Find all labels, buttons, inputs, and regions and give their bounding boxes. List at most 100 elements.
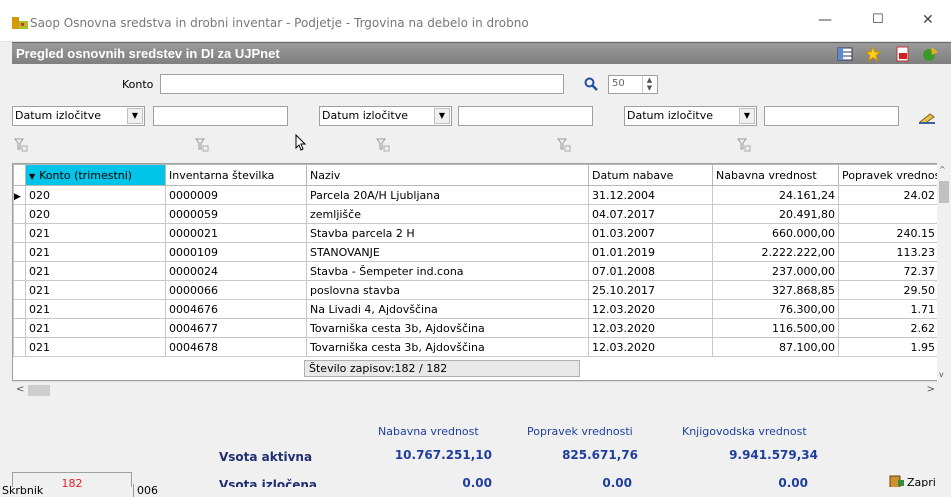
- cell-popravek[interactable]: 1.95: [838, 337, 939, 357]
- chevron-down-icon[interactable]: ▼: [127, 108, 143, 124]
- table-row[interactable]: 021 0000021 Stavba parcela 2 H 01.03.2007 66…: [13, 223, 939, 243]
- cell-popravek[interactable]: 2.62: [838, 318, 939, 338]
- filter-value-input-1[interactable]: [153, 106, 288, 126]
- column-filter-icon[interactable]: [376, 138, 390, 152]
- table-row[interactable]: 021 0000024 Stavba - Šempeter ind.cona 07.0…: [13, 261, 939, 281]
- cell-popravek[interactable]: 29.50: [838, 280, 939, 300]
- cell-inventarna[interactable]: 0004678: [165, 337, 307, 357]
- cell-nabavna[interactable]: 660.000,00: [712, 223, 839, 243]
- cell-popravek[interactable]: 24.02: [838, 185, 939, 205]
- row-selector[interactable]: [13, 204, 26, 224]
- column-filter-icon[interactable]: [557, 138, 571, 152]
- cell-naziv[interactable]: zemljišče: [306, 204, 589, 224]
- cell-naziv[interactable]: Tovarniška cesta 3b, Ajdovščina: [306, 318, 589, 338]
- star-icon[interactable]: [865, 46, 881, 62]
- column-filter-icon[interactable]: [195, 138, 209, 152]
- cell-konto[interactable]: 020: [25, 185, 166, 205]
- cell-konto[interactable]: 021: [25, 280, 166, 300]
- cell-naziv[interactable]: Parcela 20A/H Ljubljana: [306, 185, 589, 205]
- table-row[interactable]: 021 0004676 Na Livadi 4, Ajdovščina 12.03.2…: [13, 299, 939, 319]
- cell-nabavna[interactable]: 20.491,80: [712, 204, 839, 224]
- cell-popravek[interactable]: 72.37: [838, 261, 939, 281]
- cell-nabavna[interactable]: 76.300,00: [712, 299, 839, 319]
- cell-inventarna[interactable]: 0000059: [165, 204, 307, 224]
- cell-nabavna[interactable]: 24.161,24: [712, 185, 839, 205]
- maximize-button[interactable]: ☐: [872, 12, 884, 27]
- row-selector[interactable]: [13, 280, 26, 300]
- cell-naziv[interactable]: Stavba - Šempeter ind.cona: [306, 261, 589, 281]
- cell-datum[interactable]: 12.03.2020: [588, 299, 713, 319]
- row-selector[interactable]: [13, 318, 26, 338]
- cell-naziv[interactable]: STANOVANJE: [306, 242, 589, 262]
- column-header-inventarna[interactable]: Inventarna številka: [165, 164, 307, 186]
- cell-naziv[interactable]: Na Livadi 4, Ajdovščina: [306, 299, 589, 319]
- cell-konto[interactable]: 021: [25, 318, 166, 338]
- cell-inventarna[interactable]: 0000066: [165, 280, 307, 300]
- run-icon[interactable]: [922, 46, 938, 62]
- cell-konto[interactable]: 021: [25, 223, 166, 243]
- row-selector[interactable]: [13, 299, 26, 319]
- scroll-left-icon[interactable]: <: [16, 384, 24, 395]
- horizontal-scrollbar[interactable]: < >: [12, 381, 937, 399]
- cell-inventarna[interactable]: 0000009: [165, 185, 307, 205]
- filter-field-select-2[interactable]: Datum izločitve ▼: [319, 106, 452, 126]
- row-selector[interactable]: [13, 242, 26, 262]
- chevron-down-icon[interactable]: ▼: [739, 108, 755, 124]
- cell-datum[interactable]: 01.01.2019: [588, 242, 713, 262]
- column-header-nabavna[interactable]: Nabavna vrednost: [712, 164, 839, 186]
- minimize-button[interactable]: —: [818, 12, 832, 28]
- cell-inventarna[interactable]: 0004677: [165, 318, 307, 338]
- cell-datum[interactable]: 07.01.2008: [588, 261, 713, 281]
- limit-spinner[interactable]: 50 ▲ ▼: [608, 75, 658, 94]
- chevron-down-icon[interactable]: ▼: [434, 108, 450, 124]
- scroll-thumb[interactable]: [939, 181, 949, 203]
- table-row[interactable]: 021 0000066 poslovna stavba 25.10.2017 327.8…: [13, 280, 939, 300]
- cell-datum[interactable]: 31.12.2004: [588, 185, 713, 205]
- clear-filter-icon[interactable]: [918, 112, 936, 124]
- filter-field-select-3[interactable]: Datum izločitve ▼: [624, 106, 757, 126]
- filter-field-select-1[interactable]: Datum izločitve ▼: [12, 106, 145, 126]
- close-button[interactable]: ✕: [922, 12, 934, 28]
- filter-value-input-2[interactable]: [458, 106, 593, 126]
- cell-popravek[interactable]: [838, 204, 939, 224]
- cell-nabavna[interactable]: 116.500,00: [712, 318, 839, 338]
- cell-datum[interactable]: 12.03.2020: [588, 337, 713, 357]
- grid-settings-icon[interactable]: [837, 46, 853, 62]
- table-row[interactable]: 021 0004678 Tovarniška cesta 3b, Ajdovščin…: [13, 337, 939, 357]
- export-icon[interactable]: [895, 46, 911, 62]
- cell-konto[interactable]: 020: [25, 204, 166, 224]
- cell-nabavna[interactable]: 237.000,00: [712, 261, 839, 281]
- scroll-right-icon[interactable]: >: [927, 384, 935, 395]
- cell-konto[interactable]: 021: [25, 261, 166, 281]
- cell-nabavna[interactable]: 327.868,85: [712, 280, 839, 300]
- column-header-datum[interactable]: Datum nabave: [588, 164, 713, 186]
- table-row[interactable]: 021 0000109 STANOVANJE 01.01.2019 2.222.222,…: [13, 242, 939, 262]
- scroll-down-icon[interactable]: v: [939, 370, 944, 379]
- spinner-arrows-icon[interactable]: ▲ ▼: [642, 76, 656, 93]
- column-filter-icon[interactable]: [737, 138, 751, 152]
- cell-inventarna[interactable]: 0000109: [165, 242, 307, 262]
- scroll-up-icon[interactable]: ^: [939, 165, 946, 174]
- cell-popravek[interactable]: 240.15: [838, 223, 939, 243]
- cell-nabavna[interactable]: 2.222.222,00: [712, 242, 839, 262]
- row-selector[interactable]: [13, 261, 26, 281]
- column-header-popravek[interactable]: Popravek vrednos: [838, 164, 939, 186]
- cell-inventarna[interactable]: 0004676: [165, 299, 307, 319]
- cell-konto[interactable]: 021: [25, 299, 166, 319]
- hscroll-thumb[interactable]: [28, 385, 50, 396]
- table-row[interactable]: 020 0000059 zemljišče 04.07.2017 20.491,80: [13, 204, 939, 224]
- konto-input[interactable]: [160, 74, 564, 94]
- cell-naziv[interactable]: poslovna stavba: [306, 280, 589, 300]
- column-header-naziv[interactable]: Naziv: [306, 164, 589, 186]
- cell-nabavna[interactable]: 87.100,00: [712, 337, 839, 357]
- cell-popravek[interactable]: 1.71: [838, 299, 939, 319]
- cell-naziv[interactable]: Stavba parcela 2 H: [306, 223, 589, 243]
- search-icon[interactable]: [584, 77, 598, 91]
- cell-popravek[interactable]: 113.23: [838, 242, 939, 262]
- cell-konto[interactable]: 021: [25, 337, 166, 357]
- filter-value-input-3[interactable]: [764, 106, 899, 126]
- column-header-konto[interactable]: ▼ Konto (trimestni): [25, 164, 166, 186]
- cell-inventarna[interactable]: 0000021: [165, 223, 307, 243]
- table-row[interactable]: 021 0004677 Tovarniška cesta 3b, Ajdovščin…: [13, 318, 939, 338]
- row-selector[interactable]: [13, 223, 26, 243]
